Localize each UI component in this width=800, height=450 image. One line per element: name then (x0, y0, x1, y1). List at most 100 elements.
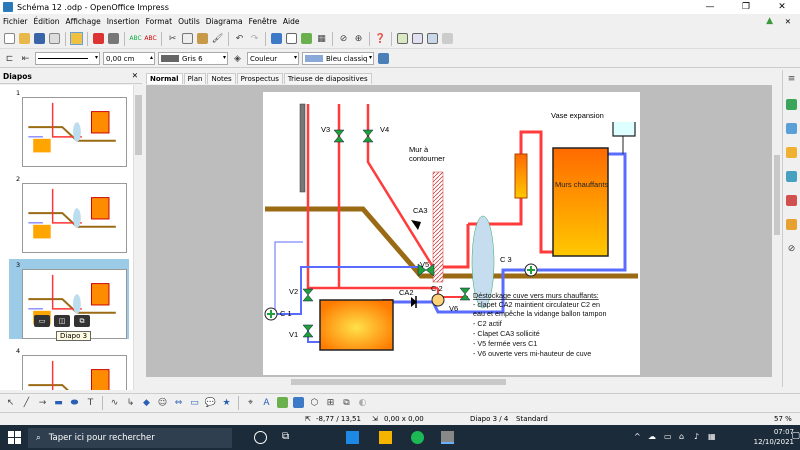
master-pages-icon[interactable] (785, 122, 798, 135)
slide-layout-icon[interactable] (396, 32, 409, 45)
volume-icon[interactable]: ♪ (694, 432, 699, 441)
close-document-button[interactable]: ✕ (782, 17, 794, 26)
stars-icon[interactable]: ★ (220, 396, 233, 409)
copy-icon[interactable] (181, 32, 194, 45)
symbol-shapes-icon[interactable]: ☺ (156, 396, 169, 409)
autospellcheck-icon[interactable]: ABC (144, 32, 157, 45)
spotify-icon[interactable] (411, 431, 424, 444)
properties-icon[interactable] (785, 98, 798, 111)
email-icon[interactable] (48, 32, 61, 45)
line-tool-icon[interactable]: ╱ (20, 396, 33, 409)
menu-fenetre[interactable]: Fenêtre (246, 17, 280, 26)
slide-design-icon[interactable] (411, 32, 424, 45)
image-icon[interactable] (300, 32, 313, 45)
menu-edition[interactable]: Édition (31, 17, 63, 26)
shadow-toggle-icon[interactable]: ◐ (356, 396, 369, 409)
arrange-icon[interactable]: ⧉ (340, 396, 353, 409)
transition-icon[interactable] (785, 170, 798, 183)
edit-mode-icon[interactable] (70, 32, 83, 45)
cortana-icon[interactable] (254, 431, 267, 444)
connector-tool-icon[interactable]: ↳ (124, 396, 137, 409)
task-view-icon[interactable]: ⧉ (282, 431, 295, 444)
line-style-icon[interactable]: ⊏ (3, 52, 16, 65)
spellcheck-icon[interactable]: ABC (129, 32, 142, 45)
insert-chart-icon[interactable] (292, 396, 305, 409)
navigator-sidebar-icon[interactable]: ⊘ (785, 242, 798, 255)
close-pane-button[interactable]: ✕ (132, 71, 138, 80)
windows-start-icon[interactable] (8, 431, 21, 444)
styles-icon[interactable] (785, 218, 798, 231)
animation-icon[interactable] (785, 146, 798, 159)
presentation-icon[interactable] (441, 32, 454, 45)
basic-shapes-icon[interactable]: ◆ (140, 396, 153, 409)
network-icon[interactable]: ⌂ (679, 432, 684, 441)
update-icon[interactable]: ▲ (763, 16, 776, 26)
minimize-button[interactable]: — (692, 0, 728, 14)
cut-icon[interactable]: ✂ (166, 32, 179, 45)
callouts-icon[interactable]: 💬 (204, 396, 217, 409)
vertical-scrollbar[interactable] (772, 85, 782, 377)
fontwork-icon[interactable]: A (260, 396, 273, 409)
menu-fichier[interactable]: Fichier (0, 17, 31, 26)
clock[interactable]: 07:07 12/10/2021 (754, 427, 794, 447)
zoom-icon[interactable]: ⊕ (352, 32, 365, 45)
tab-plan[interactable]: Plan (183, 73, 207, 84)
navigator-icon[interactable]: ⊘ (337, 32, 350, 45)
menu-insertion[interactable]: Insertion (104, 17, 143, 26)
keyboard-icon[interactable]: ▦ (708, 432, 716, 441)
battery-icon[interactable]: ▭ (664, 432, 672, 441)
paste-icon[interactable] (196, 32, 209, 45)
menu-aide[interactable]: Aide (280, 17, 303, 26)
tab-slide-sorter[interactable]: Trieuse de diapositives (283, 73, 372, 84)
openoffice-taskbar-icon[interactable] (441, 431, 454, 444)
horizontal-scrollbar[interactable] (146, 377, 772, 387)
slideshow-icon[interactable] (426, 32, 439, 45)
tab-prospectus[interactable]: Prospectus (236, 73, 283, 84)
close-window-button[interactable]: ✕ (764, 0, 800, 14)
grid-icon[interactable]: ▦ (315, 32, 328, 45)
maximize-button[interactable]: ❐ (728, 0, 764, 14)
start-slideshow-icon[interactable]: ▭ (34, 315, 50, 327)
menu-affichage[interactable]: Affichage (62, 17, 103, 26)
slides-pane-scrollbar[interactable] (133, 85, 142, 390)
gallery-icon[interactable] (785, 194, 798, 207)
shadow-icon[interactable] (377, 52, 390, 65)
export-pdf-icon[interactable] (92, 32, 105, 45)
select-arrow-icon[interactable]: ↖ (4, 396, 17, 409)
curve-tool-icon[interactable]: ∿ (108, 396, 121, 409)
menu-outils[interactable]: Outils (175, 17, 203, 26)
print-icon[interactable] (107, 32, 120, 45)
hide-slide-icon[interactable]: ◫ (54, 315, 70, 327)
menu-diagrama[interactable]: Diagrama (203, 17, 246, 26)
line-style-dropdown[interactable]: ▾ (35, 52, 100, 65)
rectangle-tool-icon[interactable]: ▬ (52, 396, 65, 409)
tray-overflow-icon[interactable]: ^ (634, 432, 641, 441)
fill-color-dropdown[interactable]: Bleu classiq ▾ (302, 52, 374, 65)
block-arrows-icon[interactable]: ⇔ (172, 396, 185, 409)
zoom-level[interactable]: 57 % (774, 415, 792, 423)
mail-app-icon[interactable] (346, 431, 359, 444)
chart-icon[interactable] (270, 32, 283, 45)
area-icon[interactable]: ◈ (231, 52, 244, 65)
ellipse-tool-icon[interactable]: ⬬ (68, 396, 81, 409)
arrow-style-icon[interactable]: ⇤ (19, 52, 32, 65)
line-width-field[interactable]: 0,00 cm ▴ (103, 52, 155, 65)
slide-canvas[interactable]: Murs chauffants Vase expansion Mur à con… (263, 92, 640, 375)
text-tool-icon[interactable]: T (84, 396, 97, 409)
duplicate-slide-icon[interactable]: ⧉ (74, 315, 90, 327)
open-folder-icon[interactable] (18, 32, 31, 45)
taskbar-search-box[interactable]: ⌕ Taper ici pour rechercher (28, 428, 232, 448)
format-paintbrush-icon[interactable]: 🖌 (211, 32, 224, 45)
table-icon[interactable] (285, 32, 298, 45)
redo-icon[interactable]: ↷ (248, 32, 261, 45)
flowchart-icon[interactable]: ▭ (188, 396, 201, 409)
align-icon[interactable]: ⊞ (324, 396, 337, 409)
cloud-icon[interactable]: ☁ (648, 432, 656, 441)
help-icon[interactable]: ❓ (374, 32, 387, 45)
undo-icon[interactable]: ↶ (233, 32, 246, 45)
new-document-icon[interactable] (3, 32, 16, 45)
save-icon[interactable] (33, 32, 46, 45)
points-icon[interactable]: ⌖ (244, 396, 257, 409)
insert-image-icon[interactable] (276, 396, 289, 409)
tab-normal[interactable]: Normal (146, 73, 183, 84)
